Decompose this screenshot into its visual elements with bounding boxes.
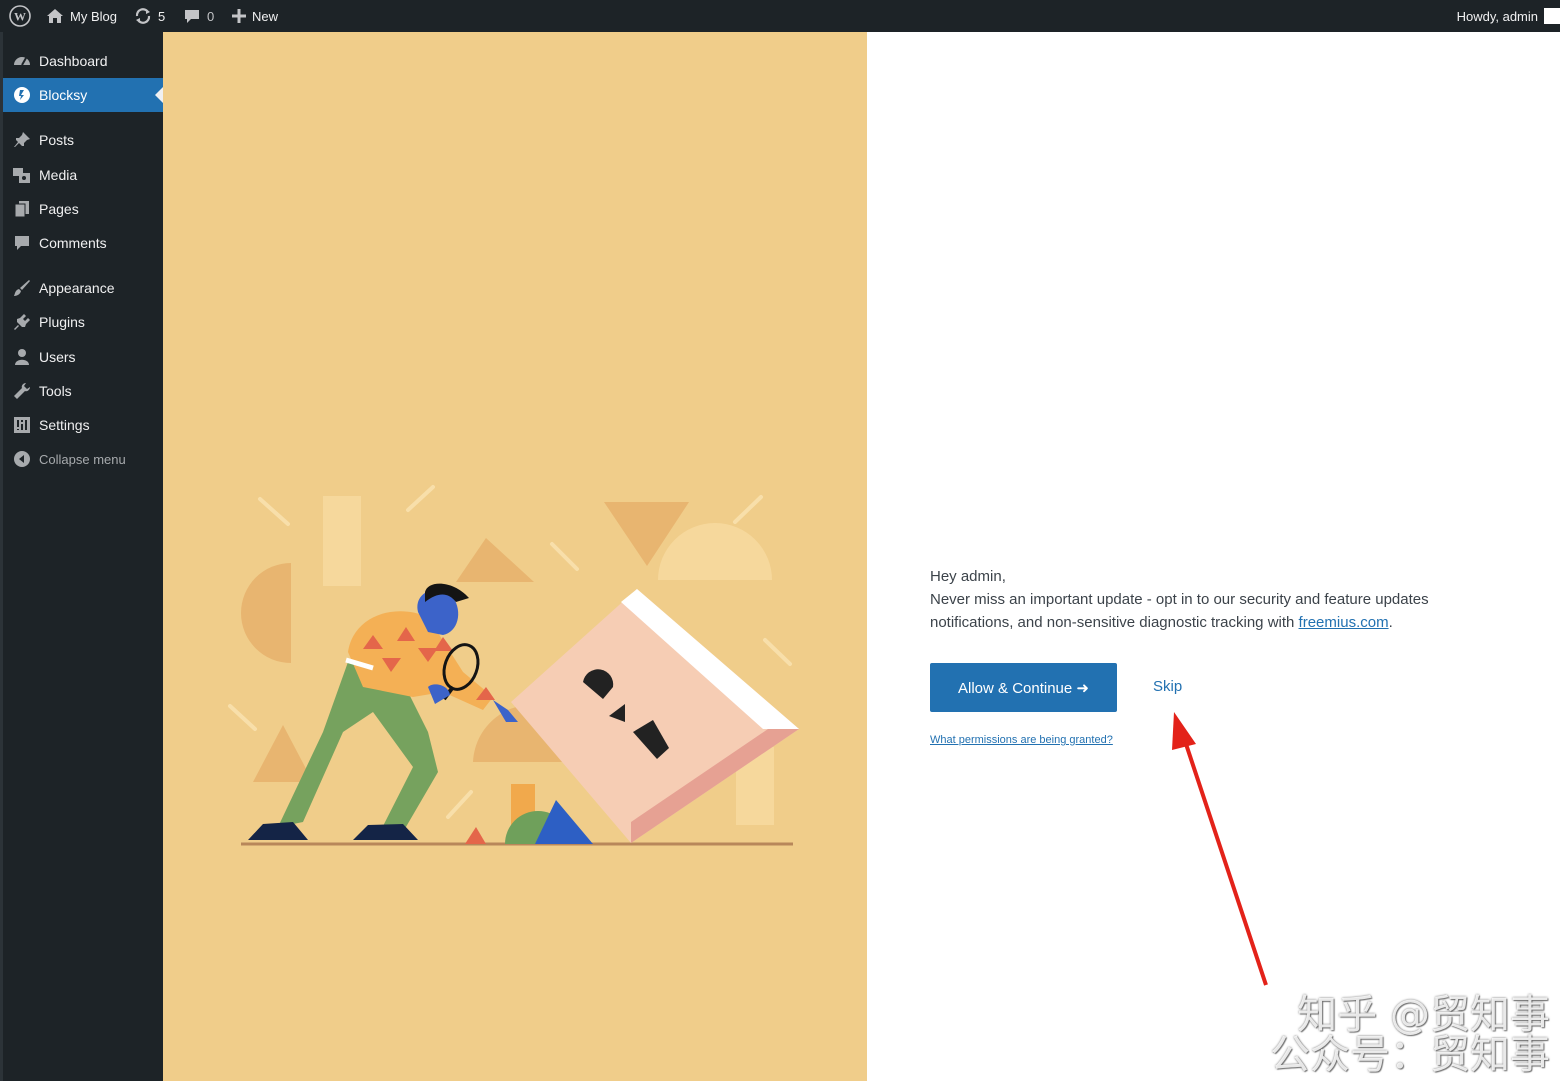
onboarding-illustration-panel	[163, 32, 867, 1081]
my-account-link[interactable]: Howdy, admin	[1457, 0, 1538, 32]
plus-icon	[232, 9, 246, 23]
sidebar-item-plugins[interactable]: Plugins	[3, 305, 163, 339]
wrench-icon	[12, 381, 32, 401]
new-label: New	[252, 8, 279, 24]
avatar[interactable]	[1544, 8, 1560, 24]
sidebar-item-blocksy[interactable]: Blocksy	[3, 78, 163, 112]
sidebar-item-label: Users	[39, 349, 76, 365]
sidebar-item-pages[interactable]: Pages	[3, 192, 163, 226]
optin-message: Hey admin, Never miss an important updat…	[930, 565, 1490, 634]
sidebar-item-media[interactable]: Media	[3, 158, 163, 192]
comment-icon	[183, 8, 201, 24]
sidebar-item-comments[interactable]: Comments	[3, 226, 163, 260]
watermark: 知乎 @贸知事 公众号：贸知事	[1270, 995, 1550, 1075]
sidebar-item-label: Appearance	[39, 280, 115, 296]
site-name: My Blog	[70, 8, 117, 24]
skip-link[interactable]: Skip	[1153, 678, 1182, 695]
greeting-text: Hey admin,	[930, 568, 1006, 585]
sidebar-item-posts[interactable]: Posts	[3, 123, 163, 157]
optin-description: Never miss an important update - opt in …	[930, 588, 1490, 634]
comments-count: 0	[207, 8, 215, 24]
home-icon	[46, 8, 64, 24]
comments-link[interactable]: 0	[183, 0, 214, 32]
comment-icon	[12, 233, 32, 253]
sidebar-item-label: Posts	[39, 132, 75, 148]
collapse-icon	[12, 449, 32, 469]
brush-icon	[12, 278, 32, 298]
sidebar-item-label: Settings	[39, 417, 90, 433]
svg-text:W: W	[14, 10, 26, 24]
illustration-image	[228, 485, 799, 846]
sidebar-item-settings[interactable]: Settings	[3, 408, 163, 442]
collapse-menu-button[interactable]: Collapse menu	[3, 442, 163, 476]
site-name-link[interactable]: My Blog	[46, 0, 117, 32]
sidebar-item-label: Dashboard	[39, 53, 108, 69]
updates-link[interactable]: 5	[134, 0, 165, 32]
watermark-line-2: 公众号：贸知事	[1270, 1032, 1550, 1078]
sidebar-item-label: Blocksy	[39, 87, 88, 103]
sidebar-item-label: Collapse menu	[39, 451, 126, 467]
optin-period: .	[1388, 614, 1393, 631]
admin-sidebar: Dashboard Blocksy Posts Media Pages Comm…	[0, 32, 163, 1081]
howdy-text: Howdy, admin	[1456, 8, 1538, 24]
user-icon	[12, 347, 32, 367]
pin-icon	[12, 130, 32, 150]
pages-icon	[12, 199, 32, 219]
sidebar-item-users[interactable]: Users	[3, 340, 163, 374]
sidebar-item-label: Plugins	[39, 314, 85, 330]
updates-count: 5	[158, 8, 166, 24]
permissions-link[interactable]: What permissions are being granted?	[930, 734, 1113, 746]
sidebar-item-tools[interactable]: Tools	[3, 374, 163, 408]
sidebar-item-label: Media	[39, 167, 78, 183]
sidebar-item-label: Pages	[39, 201, 79, 217]
freemius-link[interactable]: freemius.com	[1299, 614, 1389, 631]
new-content-link[interactable]: New	[232, 0, 278, 32]
sidebar-item-appearance[interactable]: Appearance	[3, 271, 163, 305]
allow-continue-button[interactable]: Allow & Continue ➜	[930, 663, 1117, 712]
media-icon	[12, 165, 32, 185]
sidebar-item-label: Comments	[39, 235, 107, 251]
wordpress-logo-icon[interactable]: W	[9, 0, 31, 32]
watermark-line-1: 知乎 @贸知事	[1297, 992, 1550, 1038]
sidebar-item-dashboard[interactable]: Dashboard	[3, 44, 163, 78]
blocksy-icon	[12, 85, 32, 105]
settings-icon	[12, 415, 32, 435]
updates-icon	[134, 7, 152, 25]
plugin-icon	[12, 312, 32, 332]
sidebar-item-label: Tools	[39, 383, 72, 399]
admin-bar: W My Blog 5 0 New Howdy, admin	[0, 0, 1560, 32]
dashboard-icon	[12, 51, 32, 71]
